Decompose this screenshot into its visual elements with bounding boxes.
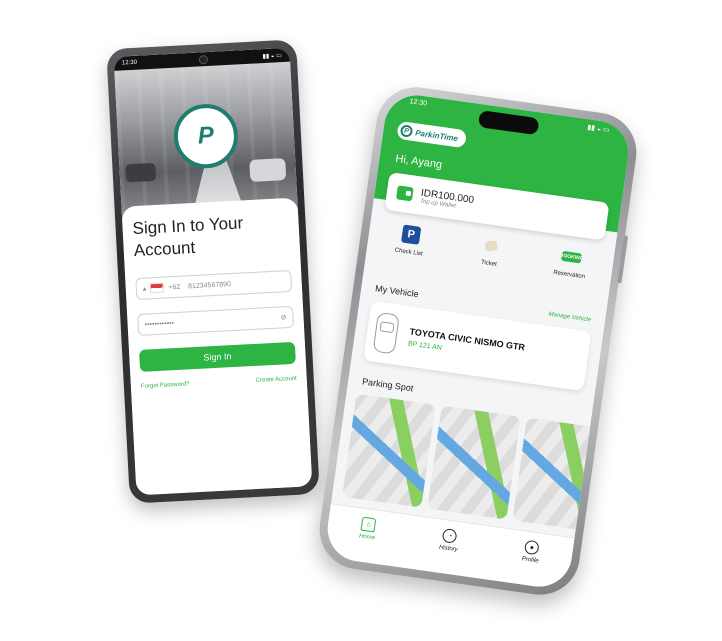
hero-car	[125, 162, 157, 183]
status-icons: ▮▮ ◒ ▭	[262, 52, 282, 60]
parking-spot-map[interactable]	[512, 417, 607, 532]
my-vehicle-title: My Vehicle	[374, 283, 420, 300]
wallet-icon	[395, 185, 414, 202]
menu-check-list[interactable]: P Check List	[380, 222, 440, 260]
parking-spot-map[interactable]	[427, 405, 521, 520]
vehicle-info: TOYOTA CIVIC NISMO GTR BP 121 AN	[408, 326, 526, 363]
menu-label: Reservation	[552, 269, 586, 281]
phone-input[interactable]: ▴ +62 81234567890	[135, 269, 293, 301]
tab-label: Home	[358, 533, 376, 542]
ticket-icon	[484, 240, 498, 252]
signin-card: Sign In to Your Account ▴ +62 8123456789…	[121, 197, 313, 496]
menu-reservation[interactable]: BOOKING Reservation	[541, 244, 601, 282]
parking-spot-title: Parking Spot	[361, 376, 414, 394]
right-phone: 12:30 ▮▮ ◒ ▭ P ParkinTime Hi, Ayang IDR1…	[314, 82, 642, 600]
user-icon: ●	[523, 539, 540, 556]
signin-title: Sign In to Your Account	[132, 210, 290, 262]
clock-icon: ◔	[442, 528, 458, 544]
signin-links: Forgot Password? Create Account	[141, 376, 297, 390]
tab-label: History	[438, 544, 458, 554]
password-input[interactable]: •••••••••••• ⊘	[137, 305, 295, 336]
home-icon: ⌂	[360, 516, 377, 533]
menu-label: Check List	[394, 247, 423, 258]
create-account-link[interactable]: Create Account	[256, 376, 297, 384]
tab-label: Profile	[521, 556, 539, 565]
manage-vehicle-link[interactable]: Manage Vehicle	[548, 312, 591, 324]
password-value: ••••••••••••	[144, 319, 175, 329]
menu-label: Ticket	[480, 259, 498, 268]
tab-profile[interactable]: ● Profile	[521, 539, 541, 565]
tab-home[interactable]: ⌂ Home	[358, 516, 378, 542]
logo-mark-icon: P	[399, 124, 414, 138]
status-time: 12:30	[121, 59, 138, 67]
wallet-info: IDR100.000 Top up Wallet	[419, 187, 474, 211]
parking-spot-map[interactable]	[342, 393, 436, 508]
signin-button[interactable]: Sign In	[139, 341, 296, 372]
side-button	[617, 235, 629, 284]
left-phone: 12:30 ▮▮ ◒ ▭ P Sign In to Your Account ▴…	[106, 39, 320, 504]
indonesia-flag-icon	[149, 282, 164, 294]
app-name: ParkinTime	[414, 127, 459, 143]
signin-screen: 12:30 ▮▮ ◒ ▭ P Sign In to Your Account ▴…	[113, 47, 313, 496]
phone-placeholder: 81234567890	[187, 280, 232, 290]
country-code: +62	[168, 283, 181, 291]
parking-p-icon: P	[400, 224, 422, 245]
hero-car	[249, 158, 287, 182]
forgot-password-link[interactable]: Forgot Password?	[141, 381, 190, 390]
booking-icon: BOOKING	[559, 250, 584, 264]
home-screen: 12:30 ▮▮ ◒ ▭ P ParkinTime Hi, Ayang IDR1…	[323, 91, 633, 591]
tab-history[interactable]: ◔ History	[439, 528, 461, 553]
dropdown-caret-icon[interactable]: ▴	[143, 285, 147, 293]
menu-ticket[interactable]: Ticket	[461, 233, 521, 271]
logo-letter: P	[197, 121, 215, 150]
car-outline-icon	[372, 311, 400, 355]
eye-off-icon[interactable]: ⊘	[280, 313, 286, 321]
